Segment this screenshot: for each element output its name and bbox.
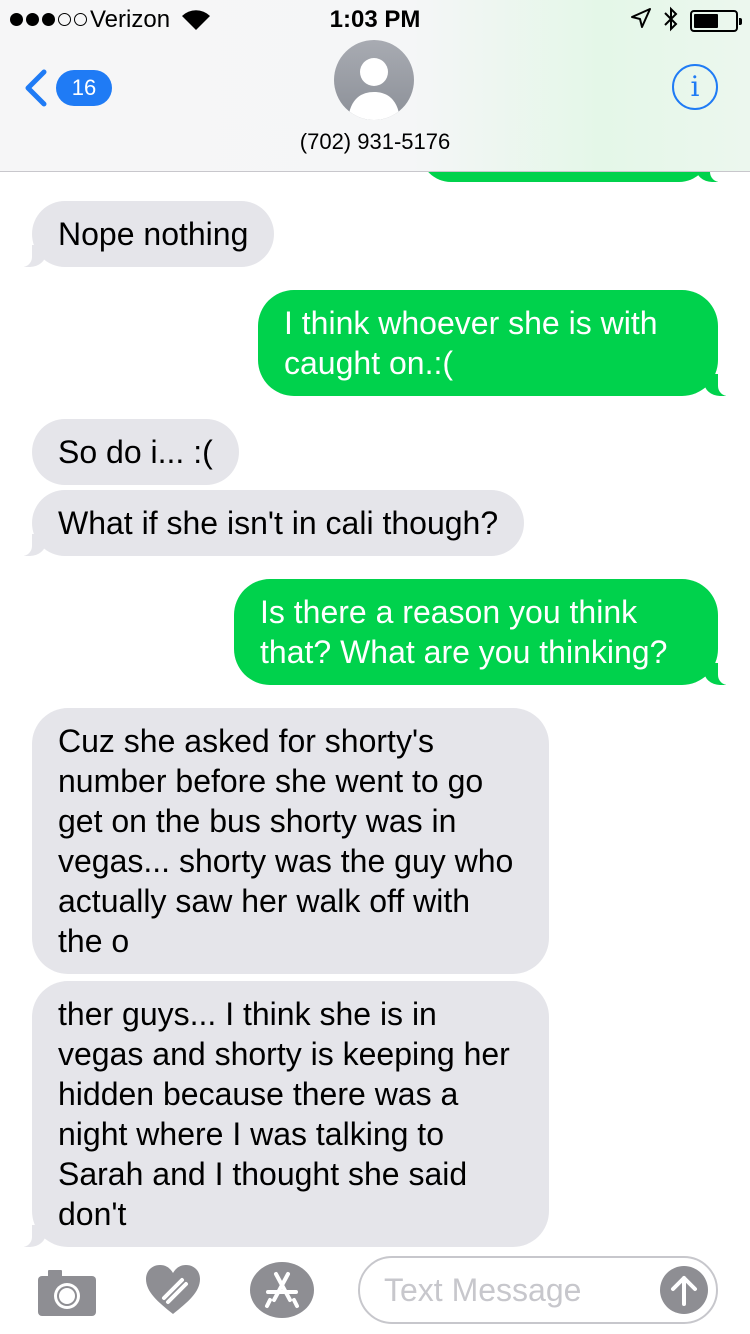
app-store-icon: [265, 1272, 299, 1308]
bluetooth-icon: [664, 6, 678, 32]
message-bubble-outgoing[interactable]: I think whoever she is with caught on.:(: [258, 290, 736, 396]
message-text: So do i... :(: [58, 434, 213, 470]
info-icon: i: [690, 70, 700, 103]
unread-count-badge: 16: [56, 70, 112, 106]
digital-touch-heart-icon: [146, 1265, 200, 1314]
message-text: Is there a reason you think that? What a…: [260, 594, 668, 670]
message-bubble-outgoing[interactable]: Is there a reason you think that? What a…: [234, 579, 736, 685]
contact-avatar[interactable]: [334, 40, 414, 120]
camera-icon: [38, 1270, 96, 1316]
status-bar: Verizon 1:03 PM: [0, 0, 750, 40]
send-button[interactable]: [660, 1266, 708, 1314]
battery-fill: [694, 14, 718, 28]
message-bubble-incoming[interactable]: Cuz she asked for shorty's number before…: [32, 708, 549, 974]
app-store-button[interactable]: [250, 1262, 314, 1318]
back-button[interactable]: 16: [22, 66, 112, 107]
contact-phone-number[interactable]: (702) 931-5176: [0, 129, 750, 155]
chevron-left-icon: [25, 69, 47, 107]
location-arrow-icon: [631, 8, 651, 28]
info-button[interactable]: i: [672, 64, 718, 110]
battery-icon: [690, 10, 742, 32]
camera-button[interactable]: [38, 1268, 96, 1316]
message-text: Cuz she asked for shorty's number before…: [58, 723, 514, 959]
message-bubble-incoming[interactable]: What if she isn't in cali though?: [13, 490, 525, 556]
send-arrow-icon: [671, 1276, 697, 1306]
message-bubble-incoming[interactable]: ther guys... I think she is in vegas and…: [14, 981, 549, 1247]
message-input-bar: [0, 1250, 750, 1334]
message-bubble-incoming[interactable]: So do i... :(: [32, 419, 239, 485]
message-text: ther guys... I think she is in vegas and…: [58, 996, 510, 1232]
message-bubble-incoming[interactable]: Nope nothing: [13, 201, 275, 267]
conversation-header: Verizon 1:03 PM 16 (702) 931-5176 i: [0, 0, 750, 172]
message-text-field[interactable]: [358, 1256, 718, 1324]
message-text: Nope nothing: [58, 216, 249, 252]
person-silhouette-icon: [348, 58, 400, 120]
message-input[interactable]: [384, 1270, 652, 1310]
digital-touch-button[interactable]: [144, 1264, 202, 1316]
message-text: What if she isn't in cali though?: [58, 505, 499, 541]
message-text: I think whoever she is with caught on.:(: [284, 305, 658, 381]
